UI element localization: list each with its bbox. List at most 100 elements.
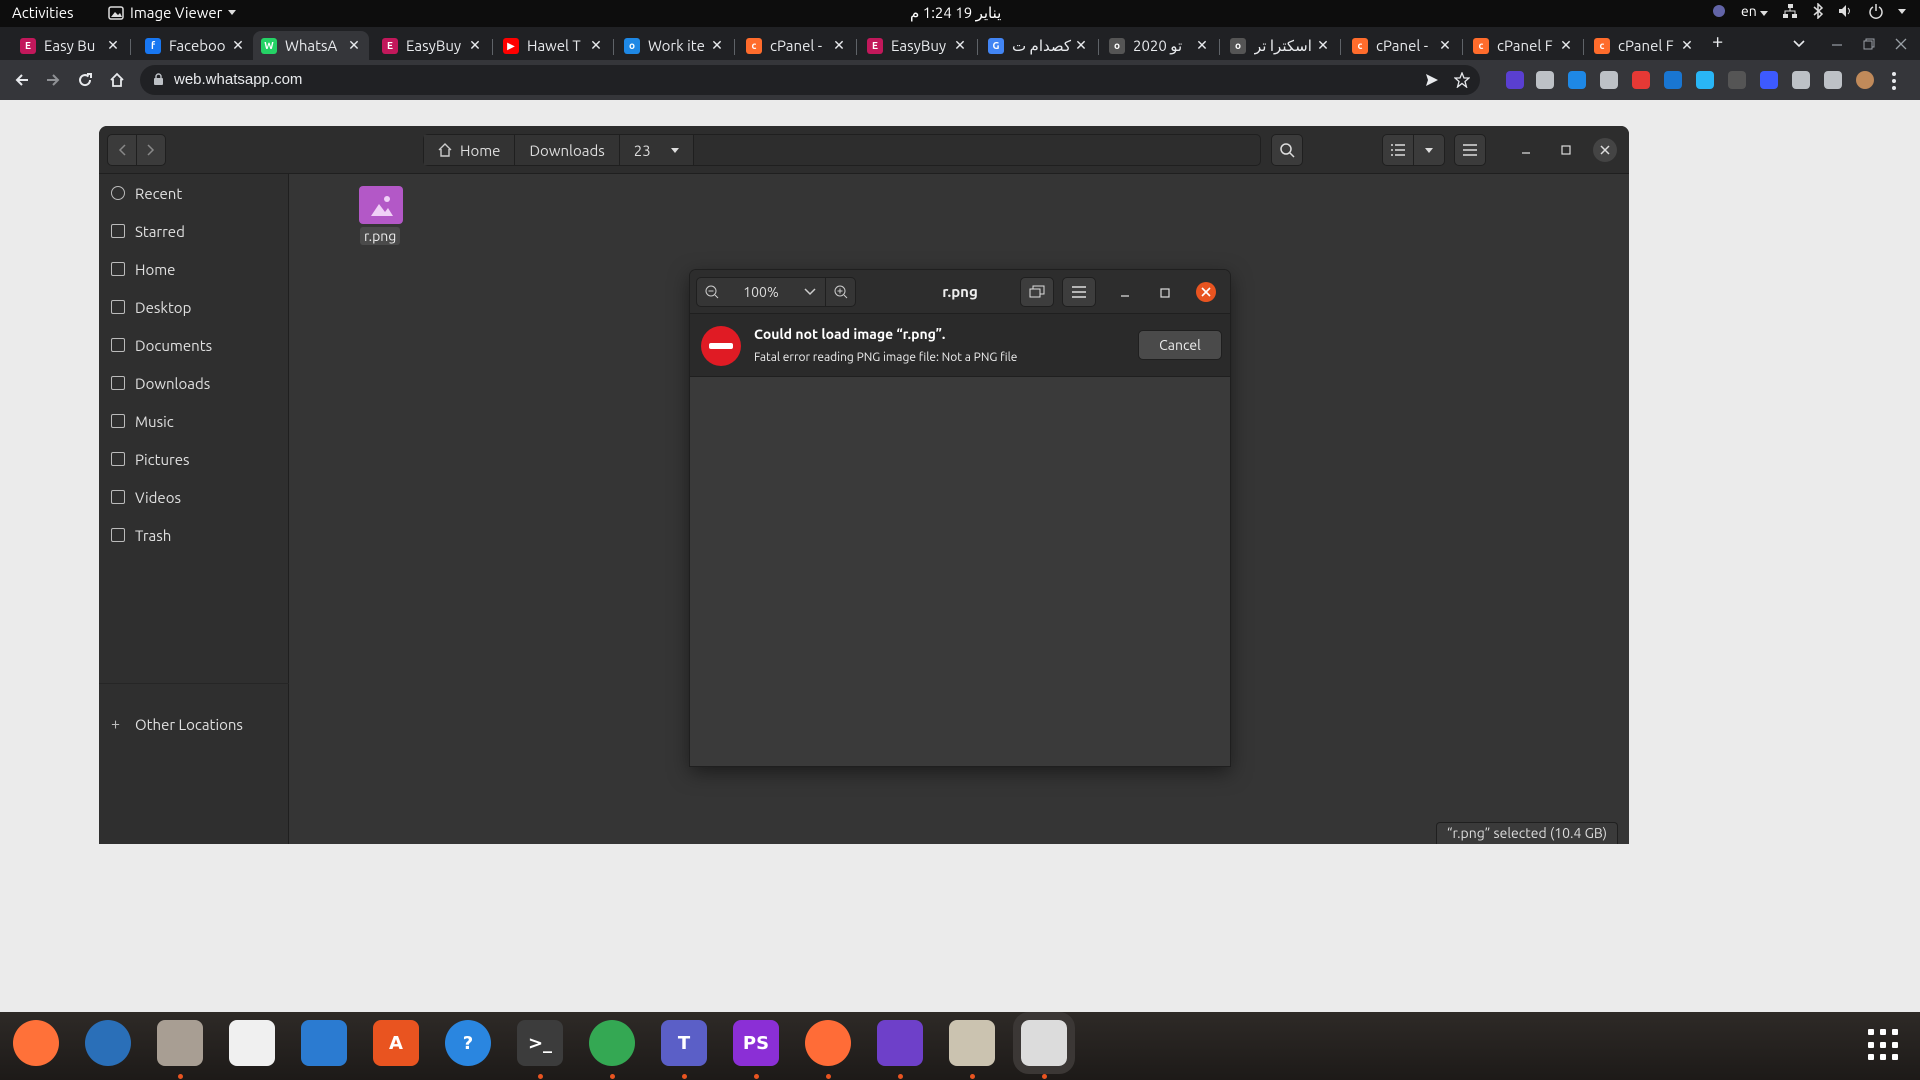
- teams-tray-icon[interactable]: [1711, 3, 1727, 19]
- view-options-button[interactable]: [1413, 134, 1445, 166]
- chrome-icon[interactable]: [589, 1020, 635, 1066]
- star-icon[interactable]: [1454, 72, 1470, 88]
- viewer-maximize-button[interactable]: [1156, 284, 1174, 302]
- wave-extension-icon[interactable]: [1728, 71, 1746, 89]
- postman-icon[interactable]: [805, 1020, 851, 1066]
- maximize-button[interactable]: [1557, 141, 1575, 159]
- browser-tab[interactable]: E EasyBuy ✕: [859, 31, 975, 60]
- image-viewer-icon[interactable]: [1013, 1012, 1075, 1074]
- browser-tab[interactable]: o Work ite ✕: [616, 31, 732, 60]
- viewer-close-button[interactable]: [1196, 282, 1216, 302]
- tab-close-icon[interactable]: ✕: [830, 37, 848, 54]
- sidebar-item-home[interactable]: Home: [111, 258, 175, 280]
- browser-tab[interactable]: o 2020 تو ✕: [1101, 31, 1217, 60]
- back-button[interactable]: [9, 68, 35, 92]
- reload-button[interactable]: [72, 68, 98, 92]
- browser-tab[interactable]: c cPanel - ✕: [1344, 31, 1460, 60]
- help-icon[interactable]: ?: [445, 1020, 491, 1066]
- browser-tab[interactable]: G اكصدام ت ✕: [980, 31, 1096, 60]
- show-applications-button[interactable]: [1868, 1029, 1900, 1061]
- clock[interactable]: يناير 19 1:24 م: [910, 4, 1001, 22]
- zoom-out-button[interactable]: [697, 278, 727, 306]
- gallery-button[interactable]: [1020, 277, 1054, 307]
- system-tray[interactable]: en: [1711, 3, 1906, 19]
- profile-avatar[interactable]: [1856, 71, 1874, 89]
- browser-tab[interactable]: o اسكترا تر ✕: [1222, 31, 1338, 60]
- view-list-button[interactable]: [1382, 134, 1414, 166]
- archive-icon[interactable]: [949, 1020, 995, 1066]
- sidebar-item-other-locations[interactable]: + Other Locations: [111, 713, 243, 735]
- puzzle-icon[interactable]: [1824, 71, 1842, 89]
- home-button[interactable]: [104, 68, 130, 92]
- check-extension-icon[interactable]: [1760, 71, 1778, 89]
- browser-tab[interactable]: E EasyBuy ✕: [374, 31, 490, 60]
- bird-extension-icon[interactable]: [1696, 71, 1714, 89]
- new-tab-button[interactable]: +: [1712, 29, 1723, 52]
- minimize-button[interactable]: [1517, 141, 1535, 159]
- infinity-extension-icon[interactable]: [1664, 71, 1682, 89]
- sidebar-item-desktop[interactable]: Desktop: [111, 296, 191, 318]
- tab-close-icon[interactable]: ✕: [1314, 37, 1332, 54]
- sidebar-item-documents[interactable]: Documents: [111, 334, 212, 356]
- zoom-dropdown-button[interactable]: [795, 278, 825, 306]
- viewer-menu-button[interactable]: [1062, 277, 1096, 307]
- language-indicator[interactable]: en: [1741, 3, 1768, 19]
- teams-icon[interactable]: T: [661, 1020, 707, 1066]
- path-segment-downloads[interactable]: Downloads: [515, 135, 620, 165]
- firefox-icon[interactable]: [13, 1020, 59, 1066]
- files-icon[interactable]: [157, 1020, 203, 1066]
- browser-tab[interactable]: W WhatsA ✕: [253, 31, 369, 60]
- address-bar[interactable]: web.whatsapp.com: [140, 65, 1480, 95]
- chrome-menu-icon[interactable]: [1892, 72, 1896, 90]
- redshield-extension-icon[interactable]: [1632, 71, 1650, 89]
- tab-close-icon[interactable]: ✕: [587, 37, 605, 54]
- forward-button[interactable]: [40, 68, 66, 92]
- writer-icon[interactable]: [301, 1020, 347, 1066]
- tab-close-icon[interactable]: ✕: [1072, 37, 1090, 54]
- activities-button[interactable]: Activities: [12, 4, 74, 21]
- tab-close-icon[interactable]: ✕: [1193, 37, 1211, 54]
- tab-close-icon[interactable]: ✕: [229, 37, 247, 54]
- menu-button[interactable]: [1454, 134, 1486, 166]
- phpstorm-icon[interactable]: PS: [733, 1020, 779, 1066]
- tab-close-icon[interactable]: ✕: [1557, 37, 1575, 54]
- viewer-minimize-button[interactable]: [1116, 284, 1134, 302]
- extension-badge-icon[interactable]: [1506, 71, 1524, 89]
- tab-search-button[interactable]: [1792, 37, 1806, 51]
- sidebar-item-music[interactable]: Music: [111, 410, 174, 432]
- browser-tab[interactable]: ▶ Hawel T ✕: [495, 31, 611, 60]
- rhythmbox-icon[interactable]: [229, 1020, 275, 1066]
- tab-close-icon[interactable]: ✕: [104, 37, 122, 54]
- app-menu[interactable]: Image Viewer: [108, 4, 237, 21]
- search-button[interactable]: [1271, 134, 1303, 166]
- ghost-extension-icon[interactable]: [1792, 71, 1810, 89]
- browser-tab[interactable]: c cPanel - ✕: [738, 31, 854, 60]
- browser-tab[interactable]: f Faceboo ✕: [137, 31, 253, 60]
- chrome-restore-button[interactable]: [1862, 37, 1876, 51]
- chrome-close-button[interactable]: [1894, 37, 1908, 51]
- cancel-button[interactable]: Cancel: [1138, 330, 1222, 360]
- vimeo-extension-icon[interactable]: [1536, 71, 1554, 89]
- tab-close-icon[interactable]: ✕: [951, 37, 969, 54]
- path-segment-current[interactable]: 23: [619, 135, 694, 165]
- tab-close-icon[interactable]: ✕: [1678, 37, 1696, 54]
- sidebar-item-recent[interactable]: Recent: [111, 182, 182, 204]
- software-icon[interactable]: A: [373, 1020, 419, 1066]
- close-button[interactable]: [1593, 138, 1617, 162]
- github-icon[interactable]: [877, 1020, 923, 1066]
- chrome-minimize-button[interactable]: [1830, 37, 1844, 51]
- sidebar-item-trash[interactable]: Trash: [111, 524, 171, 546]
- sidebar-item-starred[interactable]: Starred: [111, 220, 185, 242]
- terminal-icon[interactable]: >_: [517, 1020, 563, 1066]
- forward-button[interactable]: [136, 134, 166, 166]
- back-button[interactable]: [107, 134, 137, 166]
- sidebar-item-pictures[interactable]: Pictures: [111, 448, 190, 470]
- sidebar-item-downloads[interactable]: Downloads: [111, 372, 210, 394]
- browser-tab[interactable]: c cPanel F ✕: [1465, 31, 1581, 60]
- browser-tab[interactable]: E Easy Bu ✕: [12, 31, 128, 60]
- path-segment-home[interactable]: Home: [424, 135, 516, 165]
- camera-extension-icon[interactable]: [1600, 71, 1618, 89]
- ft-extension-icon[interactable]: [1568, 71, 1586, 89]
- tab-close-icon[interactable]: ✕: [345, 37, 363, 54]
- tab-close-icon[interactable]: ✕: [1436, 37, 1454, 54]
